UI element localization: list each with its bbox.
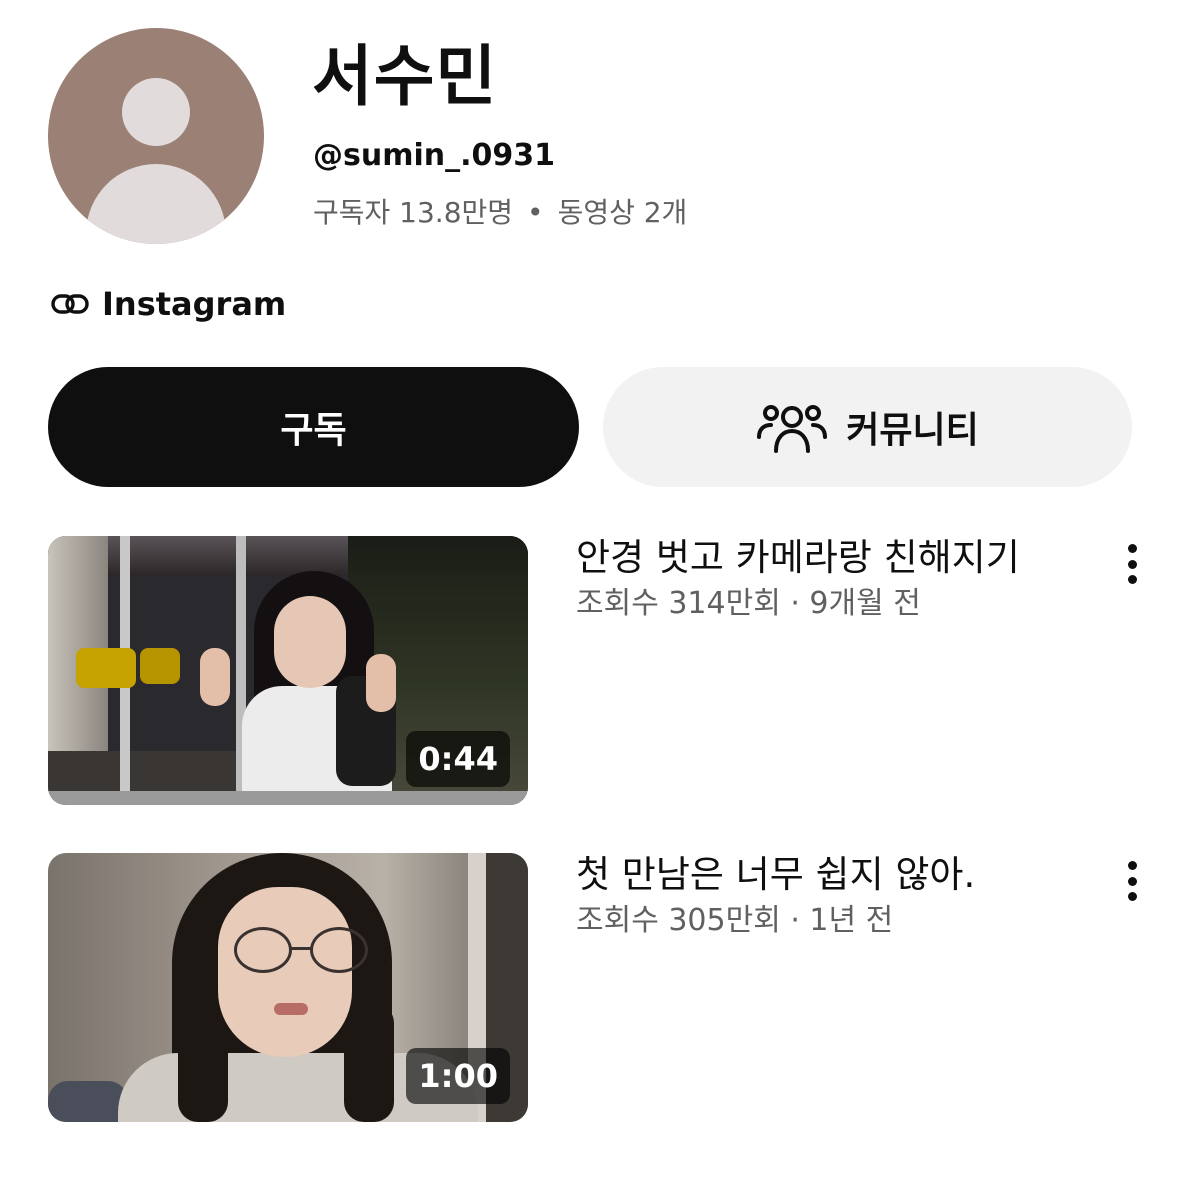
more-dot [1127, 876, 1137, 886]
avatar-head-shape [122, 78, 190, 146]
thumbnail-person-hair [344, 1003, 394, 1122]
video-title[interactable]: 안경 벗고 카메라랑 친해지기 [576, 536, 1020, 580]
video-duration-badge: 0:44 [406, 731, 510, 787]
more-dot [1127, 861, 1137, 870]
thumbnail-seat [76, 648, 136, 688]
subscribe-label: 구독 [280, 410, 347, 451]
stats-separator: • [527, 196, 544, 229]
thumbnail-person-hand [200, 648, 230, 706]
community-label: 커뮤니티 [846, 410, 979, 451]
more-dot [1127, 544, 1137, 553]
link-icon [51, 294, 89, 314]
video-duration-badge: 1:00 [406, 1048, 510, 1104]
video-meta: 조회수 305만회 · 1년 전 [576, 903, 894, 938]
thumbnail-person-face [274, 596, 346, 688]
thumbnail-rail [48, 791, 528, 805]
thumbnail-seat [140, 648, 180, 684]
link-label: Instagram [102, 285, 287, 323]
thumbnail-pillow [48, 1081, 128, 1122]
channel-page: 서수민 @sumin_.0931 구독자 13.8만명 • 동영상 2개 Insta… [0, 0, 1179, 1190]
more-dot [1127, 892, 1137, 901]
avatar-body-shape [86, 164, 226, 244]
channel-link[interactable]: Instagram [50, 284, 286, 324]
channel-name: 서수민 [312, 38, 498, 115]
more-options-icon[interactable] [1118, 861, 1146, 901]
video-meta: 조회수 314만회 · 9개월 전 [576, 586, 921, 621]
video-item[interactable]: 0:44 안경 벗고 카메라랑 친해지기 조회수 314만회 · 9개월 전 [48, 536, 1138, 806]
thumbnail-person-mouth [274, 1003, 308, 1015]
video-thumbnail[interactable]: 1:00 [48, 853, 528, 1122]
thumbnail-person-hair [178, 1003, 228, 1122]
more-dot [1127, 575, 1137, 584]
thumbnail-glasses [234, 927, 292, 973]
subscriber-count: 구독자 13.8만명 [313, 196, 514, 229]
channel-stats: 구독자 13.8만명 • 동영상 2개 [313, 194, 687, 232]
thumbnail-person-hand [366, 654, 396, 712]
more-options-icon[interactable] [1118, 544, 1146, 584]
subscribe-button[interactable]: 구독 [48, 367, 579, 487]
more-dot [1127, 559, 1137, 569]
thumbnail-glasses [310, 927, 368, 973]
video-title[interactable]: 첫 만남은 너무 쉽지 않아. [576, 853, 975, 897]
avatar[interactable] [48, 28, 264, 244]
thumbnail-glasses-bridge [291, 947, 311, 950]
channel-handle: @sumin_.0931 [313, 138, 556, 173]
video-thumbnail[interactable]: 0:44 [48, 536, 528, 805]
video-item[interactable]: 1:00 첫 만남은 너무 쉽지 않아. 조회수 305만회 · 1년 전 [48, 853, 1138, 1123]
video-count: 동영상 2개 [557, 196, 688, 229]
community-button[interactable]: 커뮤니티 [603, 367, 1132, 487]
people-icon [757, 405, 828, 453]
